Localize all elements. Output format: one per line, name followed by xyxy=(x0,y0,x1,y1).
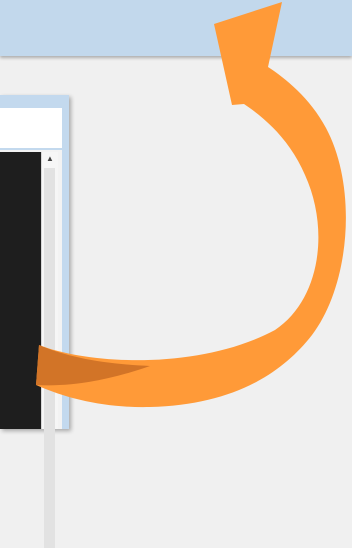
vertical-scrollbar[interactable]: ▲ xyxy=(41,152,58,548)
arrow-body xyxy=(36,2,346,408)
top-band xyxy=(0,0,352,56)
scroll-up-icon[interactable]: ▲ xyxy=(42,152,58,166)
dark-content-panel: an xyxy=(0,152,41,429)
window-header xyxy=(0,108,62,148)
scrollbar-thumb[interactable] xyxy=(44,168,55,548)
